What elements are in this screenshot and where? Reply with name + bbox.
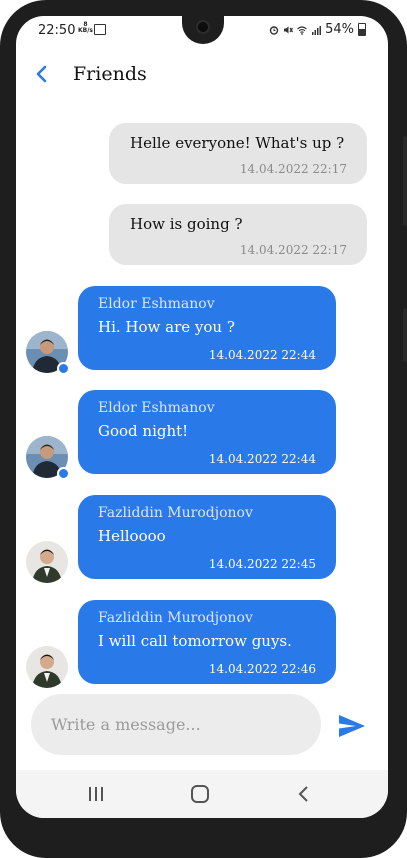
alarm-icon	[269, 25, 279, 35]
system-nav-bar	[16, 770, 388, 818]
phone-frame: 22:50 8 KB/s 54% Friends Helle everyone!…	[0, 0, 407, 858]
app-header: Friends	[16, 58, 388, 92]
outgoing-message[interactable]: Helle everyone! What's up ? 14.04.2022 2…	[109, 123, 367, 184]
battery-percent: 54%	[325, 22, 354, 37]
status-time: 22:50	[38, 23, 76, 38]
sender-name: Fazliddin Murodjonov	[98, 505, 253, 521]
message-text: Good night!	[98, 422, 189, 440]
message-time: 14.04.2022 22:17	[239, 243, 347, 257]
avatar-photo	[26, 541, 68, 583]
outgoing-message[interactable]: How is going ? 14.04.2022 22:17	[109, 204, 367, 265]
message-text: Helle everyone! What's up ?	[130, 134, 345, 152]
incoming-message[interactable]: Fazliddin Murodjonov Helloooo 14.04.2022…	[78, 495, 336, 579]
sender-name: Fazliddin Murodjonov	[98, 610, 253, 626]
network-speed-unit: KB/s	[78, 27, 93, 34]
front-camera	[196, 20, 210, 34]
incoming-message[interactable]: Fazliddin Murodjonov I will call tomorro…	[78, 600, 336, 684]
online-indicator	[57, 467, 70, 480]
message-time: 14.04.2022 22:44	[208, 452, 316, 466]
message-time: 14.04.2022 22:17	[239, 162, 347, 176]
message-time: 14.04.2022 22:45	[208, 557, 316, 571]
avatar[interactable]	[26, 541, 68, 583]
signal-icon	[312, 25, 322, 35]
mute-icon	[284, 26, 294, 33]
sender-name: Eldor Eshmanov	[98, 296, 215, 312]
message-text: Helloooo	[98, 527, 166, 545]
wifi-icon	[297, 25, 307, 35]
gallery-icon	[94, 24, 106, 35]
sender-name: Eldor Eshmanov	[98, 400, 215, 416]
screen: 22:50 8 KB/s 54% Friends Helle everyone!…	[16, 16, 388, 818]
power-button	[403, 308, 407, 362]
message-text: Hi. How are you ?	[98, 318, 235, 336]
send-icon[interactable]	[336, 710, 368, 742]
avatar[interactable]	[26, 646, 68, 688]
volume-button	[403, 136, 407, 226]
battery-icon	[358, 23, 366, 36]
status-icons: 54%	[269, 22, 366, 37]
avatar-photo	[26, 646, 68, 688]
message-input[interactable]	[31, 694, 321, 755]
recents-icon[interactable]	[82, 780, 110, 808]
message-time: 14.04.2022 22:46	[208, 662, 316, 676]
incoming-message[interactable]: Eldor Eshmanov Good night! 14.04.2022 22…	[78, 390, 336, 474]
home-icon[interactable]	[186, 780, 214, 808]
page-title: Friends	[73, 63, 147, 85]
message-text: I will call tomorrow guys.	[98, 632, 292, 650]
network-speed: 8 KB/s	[78, 22, 93, 34]
message-time: 14.04.2022 22:44	[208, 348, 316, 362]
back-icon[interactable]	[290, 780, 318, 808]
online-indicator	[57, 362, 70, 375]
message-text: How is going ?	[130, 215, 243, 233]
incoming-message[interactable]: Eldor Eshmanov Hi. How are you ? 14.04.2…	[78, 286, 336, 370]
chevron-left-icon[interactable]	[32, 64, 52, 84]
